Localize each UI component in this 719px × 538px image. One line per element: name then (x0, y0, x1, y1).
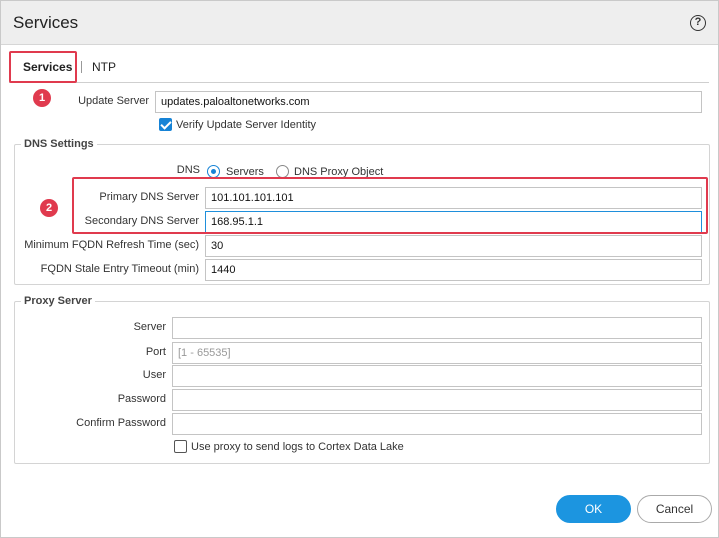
proxy-server-title: Proxy Server (21, 295, 95, 307)
callout-box-services-tab (9, 51, 77, 83)
tab-bar: Services NTP (9, 51, 709, 83)
proxy-user-label: User (142, 369, 166, 381)
services-dialog: Services ? Services NTP 1 Update Server … (0, 0, 719, 538)
callout-badge-1: 1 (33, 89, 51, 107)
proxy-server-label: Server (133, 321, 166, 333)
fqdn-refresh-input[interactable]: 30 (205, 235, 702, 257)
proxy-port-label: Port (145, 346, 166, 358)
help-icon[interactable]: ? (690, 15, 706, 31)
tab-ntp[interactable]: NTP (92, 60, 116, 74)
fqdn-refresh-label: Minimum FQDN Refresh Time (sec) (24, 239, 199, 251)
fqdn-stale-label: FQDN Stale Entry Timeout (min) (40, 263, 199, 275)
fqdn-stale-input[interactable]: 1440 (205, 259, 702, 281)
proxy-password-input[interactable] (172, 389, 702, 411)
proxy-logs-label: Use proxy to send logs to Cortex Data La… (191, 441, 404, 453)
proxy-password-label: Password (117, 393, 166, 405)
tab-divider (81, 61, 82, 73)
update-server-input[interactable]: updates.paloaltonetworks.com (155, 91, 702, 113)
update-server-label: Update Server (78, 95, 149, 107)
proxy-port-input[interactable]: [1 - 65535] (172, 342, 702, 364)
proxy-confirm-password-input[interactable] (172, 413, 702, 435)
verify-update-server-checkbox[interactable] (159, 118, 172, 131)
proxy-server-input[interactable] (172, 317, 702, 339)
verify-update-server-label: Verify Update Server Identity (176, 119, 317, 131)
cancel-button[interactable]: Cancel (637, 495, 712, 523)
dialog-title: Services (13, 13, 79, 32)
callout-box-dns-servers (72, 177, 708, 234)
proxy-confirm-password-label: Confirm Password (76, 417, 166, 429)
dialog-titlebar: Services ? (1, 1, 718, 45)
ok-button[interactable]: OK (556, 495, 631, 523)
proxy-logs-checkbox[interactable] (174, 440, 187, 453)
dns-mode-label: DNS (176, 164, 200, 176)
callout-badge-2: 2 (40, 199, 58, 217)
dns-settings-title: DNS Settings (21, 138, 97, 150)
proxy-user-input[interactable] (172, 365, 702, 387)
